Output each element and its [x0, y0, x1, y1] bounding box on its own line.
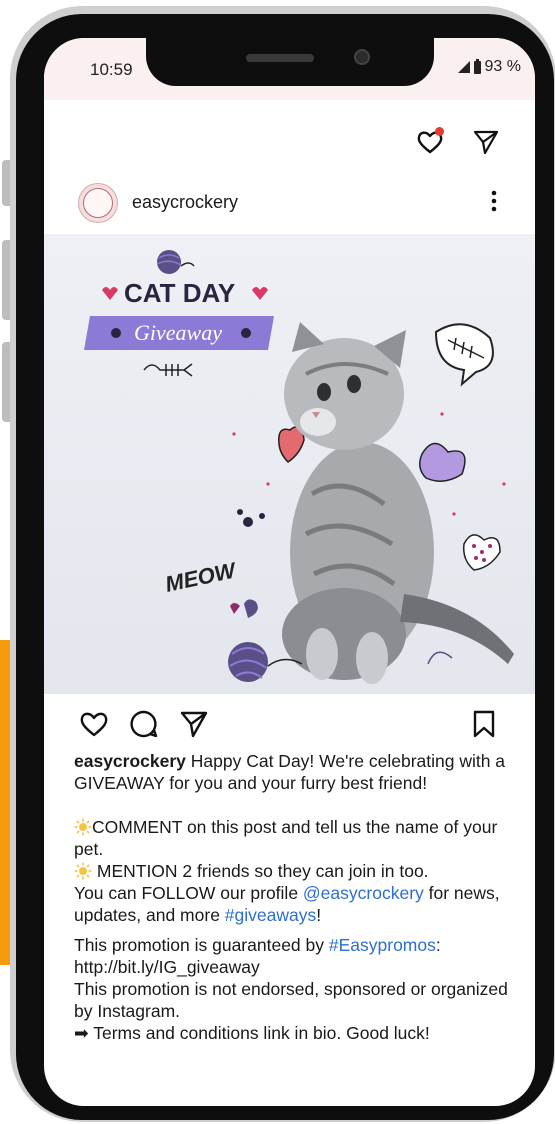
status-time: 10:59: [90, 60, 133, 79]
top-action-bar: [44, 118, 535, 158]
post-actions: [44, 706, 535, 742]
caption-intro: easycrockery Happy Cat Day! We're celebr…: [74, 750, 514, 794]
comment-icon: [130, 710, 158, 738]
battery-level: 93 %: [484, 58, 521, 75]
share-button[interactable]: [178, 708, 210, 740]
send-icon: [473, 130, 499, 155]
post-username[interactable]: easycrockery: [132, 192, 238, 213]
avatar[interactable]: [78, 183, 118, 223]
guarantee-prefix: This promotion is guaranteed by: [74, 935, 329, 955]
bookmark-button[interactable]: [468, 708, 500, 740]
caption-mention-line: MENTION 2 friends so they can join in to…: [74, 860, 514, 882]
caption-comment-line: COMMENT on this post and tell us the nam…: [74, 816, 514, 860]
bookmark-icon: [473, 710, 495, 738]
comment-button[interactable]: [128, 708, 160, 740]
direct-message-button[interactable]: [472, 128, 500, 156]
sparkle-icon: [74, 818, 92, 836]
notification-dot: [435, 127, 444, 136]
status-indicators: 93 %: [457, 58, 521, 76]
easypromos-hashtag-link[interactable]: #Easypromos: [329, 935, 436, 955]
caption-username[interactable]: easycrockery: [74, 751, 186, 771]
caption-disclaimer: This promotion is not endorsed, sponsore…: [74, 979, 508, 1021]
meow-text: MEOW: [163, 557, 240, 597]
phone-notch: [146, 38, 434, 86]
follow-prefix: You can FOLLOW our profile: [74, 883, 303, 903]
sparkle-icon: [74, 862, 92, 880]
caption-follow-line: You can FOLLOW our profile @easycrockery…: [74, 882, 514, 926]
avatar-logo: [83, 188, 113, 218]
like-button[interactable]: [78, 708, 110, 740]
giveaway-subtitle: Giveaway: [134, 320, 222, 345]
signal-icon: [457, 61, 470, 73]
battery-icon: [473, 58, 481, 74]
post-caption: easycrockery Happy Cat Day! We're celebr…: [74, 750, 514, 1044]
post-image[interactable]: CAT DAY Giveaway MEOW: [44, 234, 535, 694]
follow-end: !: [316, 905, 322, 925]
speaker-icon: [246, 54, 314, 62]
like-icon: [80, 712, 108, 737]
caption-comment-text: COMMENT on this post and tell us the nam…: [74, 817, 498, 859]
caption-guarantee-line: This promotion is guaranteed by #Easypro…: [74, 934, 514, 956]
notifications-heart-button[interactable]: [416, 127, 444, 156]
cat-illustration: CAT DAY Giveaway MEOW: [84, 250, 514, 684]
phone-screen: 10:59 93 % easycrockery CAT DAY Giveaway…: [44, 38, 535, 1106]
profile-mention-link[interactable]: @easycrockery: [303, 883, 424, 903]
post-header: easycrockery: [44, 180, 535, 224]
giveaway-title: CAT DAY: [124, 278, 235, 308]
camera-icon: [354, 49, 370, 65]
caption-terms: ➡ Terms and conditions link in bio. Good…: [74, 1023, 430, 1043]
caption-url: http://bit.ly/IG_giveaway: [74, 957, 260, 977]
more-icon: [491, 190, 497, 212]
caption-mention-text: MENTION 2 friends so they can join in to…: [92, 861, 429, 881]
giveaways-hashtag-link[interactable]: #giveaways: [225, 905, 316, 925]
share-icon: [180, 711, 208, 738]
more-options-button[interactable]: [484, 186, 504, 216]
guarantee-end: :: [435, 935, 441, 955]
